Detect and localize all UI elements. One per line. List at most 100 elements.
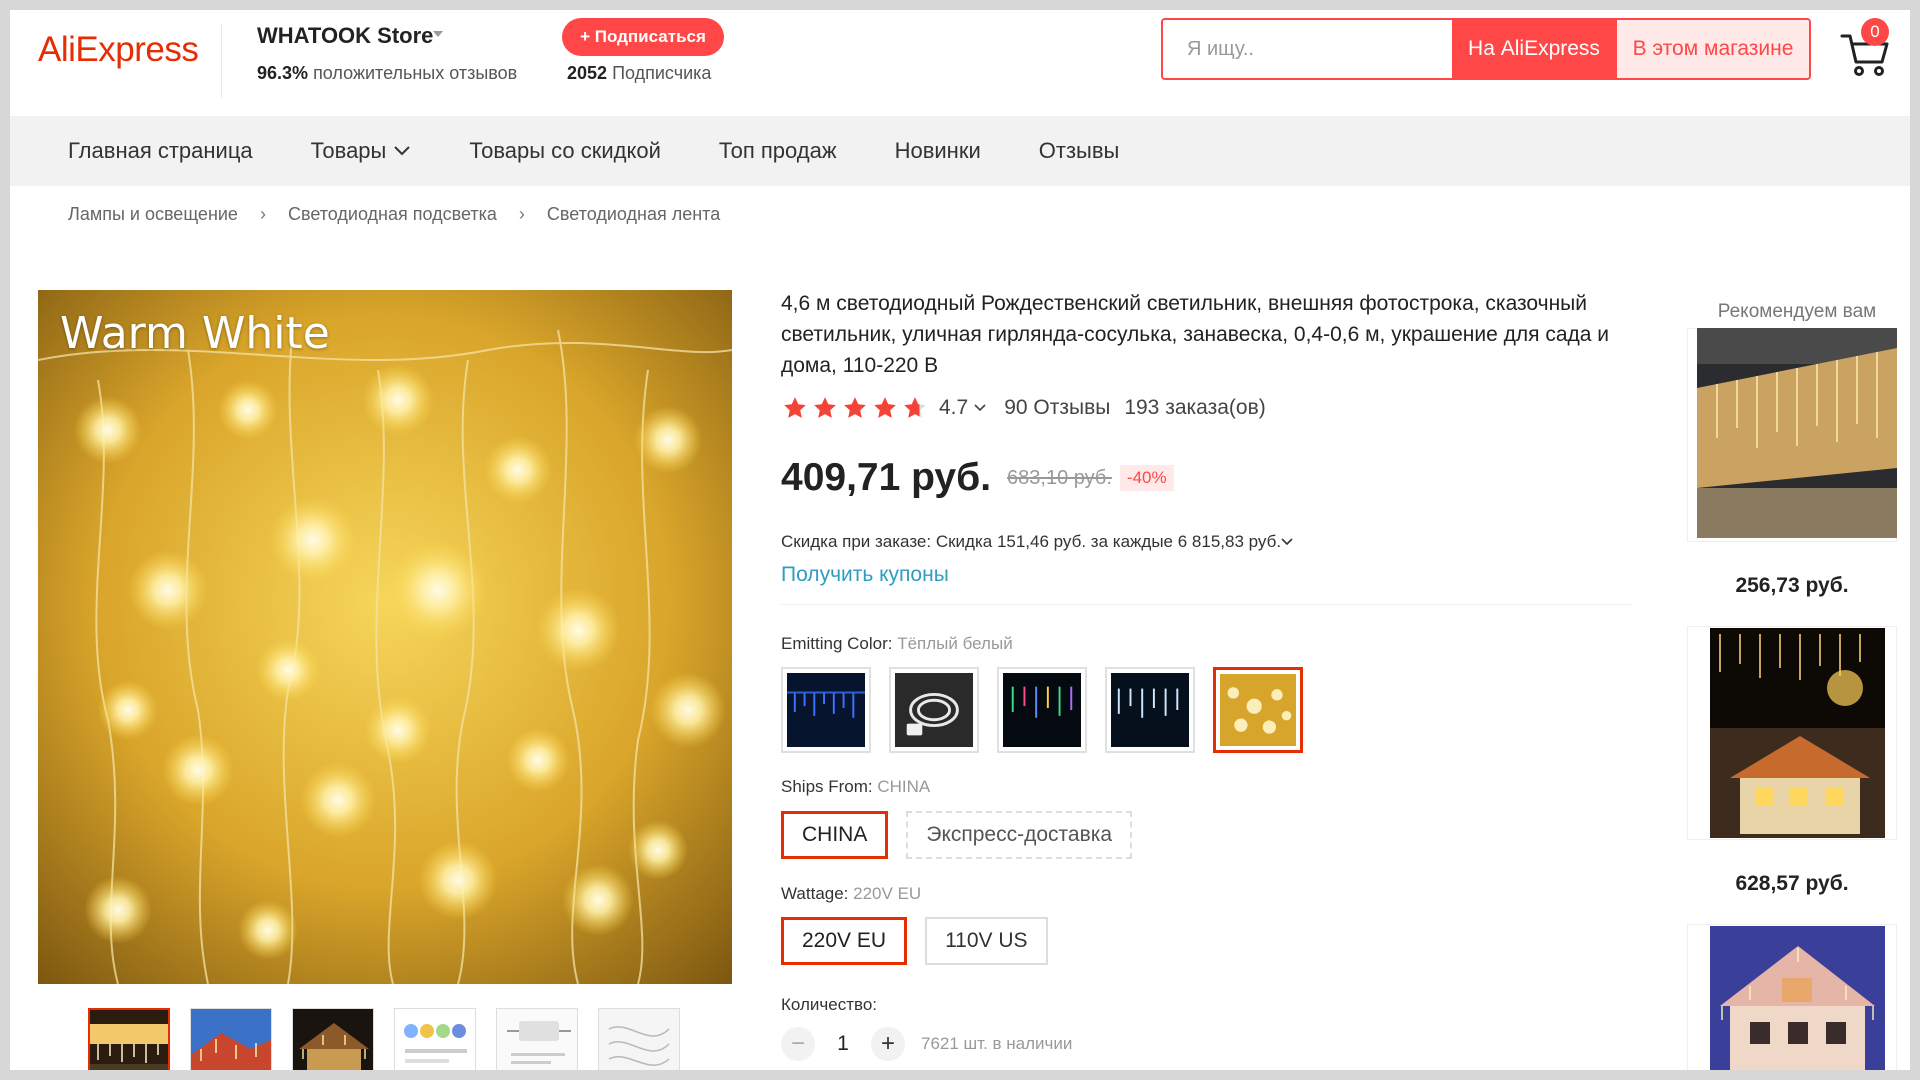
color-selected-value: Тёплый белый — [897, 634, 1013, 653]
color-swatches — [781, 667, 1321, 753]
quantity-decrease-button[interactable]: − — [781, 1027, 815, 1061]
quantity-label: Количество: — [781, 995, 878, 1014]
swatch-blue-icicle[interactable] — [781, 667, 871, 753]
color-label-text: Emitting Color: — [781, 634, 893, 653]
nav-item-label: Товары со скидкой — [469, 138, 661, 163]
wattage-label-text: Wattage: — [781, 884, 849, 903]
followers-text: Подписчика — [612, 63, 712, 83]
orders-count: 193 заказа(ов) — [1124, 396, 1266, 419]
stock-available: 7621 шт. в наличии — [921, 1034, 1073, 1053]
order-discount-text: Скидка при заказе: Скидка 151,46 руб. за… — [781, 532, 1282, 551]
get-coupons-link[interactable]: Получить купоны — [781, 563, 949, 587]
quantity-input[interactable]: 1 — [815, 1032, 871, 1056]
store-rating: 96.3% положительных отзывов — [257, 63, 517, 84]
nav-item-label: Топ продаж — [718, 138, 837, 163]
nav-item-label: Товары — [310, 138, 387, 163]
thumbnail[interactable] — [598, 1008, 680, 1070]
image-overlay-text: Warm White — [60, 308, 330, 359]
search-aliexpress-button[interactable]: На AliExpress — [1452, 20, 1616, 78]
color-label: Emitting Color: Тёплый белый — [781, 634, 1013, 654]
store-followers: 2052 Подписчика — [567, 63, 711, 84]
chevron-down-icon[interactable] — [974, 404, 986, 412]
ships-from-label-text: Ships From: — [781, 777, 873, 796]
swatch-controller-cable[interactable] — [889, 667, 979, 753]
chevron-down-icon — [394, 146, 411, 156]
header-divider — [221, 24, 222, 98]
page-frame: AliExpress WHATOOK Store 96.3% положител… — [10, 10, 1910, 1070]
nav-item-new[interactable]: Новинки — [895, 138, 981, 164]
half-star-icon — [904, 397, 926, 418]
swatch-multicolor-icicle[interactable] — [997, 667, 1087, 753]
ships-from-label: Ships From: CHINA — [781, 777, 930, 797]
store-rating-percent: 96.3% — [257, 63, 309, 83]
star-rating — [781, 395, 931, 421]
store-caret-icon[interactable] — [433, 31, 443, 37]
thumbnail-strip — [88, 1008, 700, 1070]
order-discount[interactable]: Скидка при заказе: Скидка 151,46 руб. за… — [781, 532, 1293, 552]
wattage-label: Wattage: 220V EU — [781, 884, 921, 904]
quantity-increase-button[interactable]: + — [871, 1027, 905, 1061]
nav-item-sale[interactable]: Товары со скидкой — [469, 138, 661, 164]
recommend-image[interactable] — [1697, 328, 1897, 538]
star-icon — [844, 397, 866, 418]
ships-from-value: CHINA — [877, 777, 931, 796]
star-icon — [814, 397, 836, 418]
ships-option-china[interactable]: CHINA — [781, 811, 889, 859]
swatch-white-icicle[interactable] — [1105, 667, 1195, 753]
wattage-option-110v[interactable]: 110V US — [925, 917, 1048, 965]
cart-count-badge: 0 — [1861, 18, 1889, 46]
breadcrumb-item[interactable]: Лампы и освещение — [68, 204, 238, 225]
nav-item-home[interactable]: Главная страница — [68, 138, 253, 164]
thumbnail[interactable] — [496, 1008, 578, 1070]
store-nav: Главная страница Товары Товары со скидко… — [10, 116, 1910, 186]
subscribe-button[interactable]: + Подписаться — [562, 18, 724, 56]
aliexpress-logo[interactable]: AliExpress — [38, 30, 199, 70]
price-row: 409,71 руб. 683,10 руб. -40% — [781, 456, 1174, 500]
quantity-stepper: − 1 + 7621 шт. в наличии — [781, 1027, 1072, 1061]
divider — [781, 604, 1631, 605]
wattage-option-220v[interactable]: 220V EU — [781, 917, 908, 965]
reviews-link[interactable]: 90 Отзывы — [1004, 396, 1110, 420]
breadcrumb-item[interactable]: Светодиодная лента — [547, 204, 720, 225]
wattage-options: 220V EU 110V US — [781, 917, 1066, 965]
rating-value[interactable]: 4.7 — [939, 396, 968, 420]
product-main-image[interactable]: Warm White — [38, 290, 732, 984]
chevron-down-icon — [1281, 538, 1293, 546]
chevron-right-icon: › — [259, 204, 266, 224]
nav-item-label: Новинки — [894, 138, 981, 163]
nav-item-reviews[interactable]: Отзывы — [1039, 138, 1120, 164]
swatch-warm-white[interactable] — [1213, 667, 1303, 753]
product-title: 4,6 м светодиодный Рождественский светил… — [781, 292, 1610, 377]
search-input[interactable] — [1163, 20, 1452, 78]
star-icon — [784, 397, 806, 418]
recommend-title: Рекомендуем вам — [1717, 301, 1877, 322]
breadcrumb-item[interactable]: Светодиодная подсветка — [288, 204, 497, 225]
warm-lights-image — [38, 290, 732, 984]
thumbnail[interactable] — [190, 1008, 272, 1070]
breadcrumb: Лампы и освещение › Светодиодная подсвет… — [68, 204, 720, 225]
store-rating-text: положительных отзывов — [313, 63, 518, 83]
recommend-price: 628,57 руб. — [1735, 872, 1849, 895]
star-icon — [874, 397, 896, 418]
followers-count: 2052 — [567, 63, 608, 83]
nav-item-label: Отзывы — [1038, 138, 1120, 163]
thumbnail[interactable] — [394, 1008, 476, 1070]
wattage-value: 220V EU — [853, 884, 922, 903]
current-price: 409,71 руб. — [781, 456, 992, 499]
store-header: AliExpress WHATOOK Store 96.3% положител… — [10, 10, 1910, 116]
recommend-image[interactable] — [1710, 628, 1885, 838]
discount-badge: -40% — [1119, 465, 1174, 491]
rating-row: 4.7 90 Отзывы 193 заказа(ов) — [781, 395, 1266, 421]
thumbnail[interactable] — [292, 1008, 374, 1070]
thumbnail[interactable] — [88, 1008, 170, 1070]
recommend-price: 256,73 руб. — [1735, 574, 1849, 597]
ships-option-express[interactable]: Экспресс-доставка — [906, 811, 1133, 859]
search-store-button[interactable]: В этом магазине — [1616, 20, 1809, 78]
store-name[interactable]: WHATOOK Store — [257, 23, 433, 49]
chevron-right-icon: › — [518, 204, 525, 224]
nav-item-products[interactable]: Товары — [311, 138, 412, 164]
search-box: На AliExpress В этом магазине — [1161, 18, 1811, 80]
recommend-image[interactable] — [1710, 926, 1885, 1070]
nav-item-top-sales[interactable]: Топ продаж — [719, 138, 837, 164]
nav-item-label: Главная страница — [68, 138, 253, 163]
